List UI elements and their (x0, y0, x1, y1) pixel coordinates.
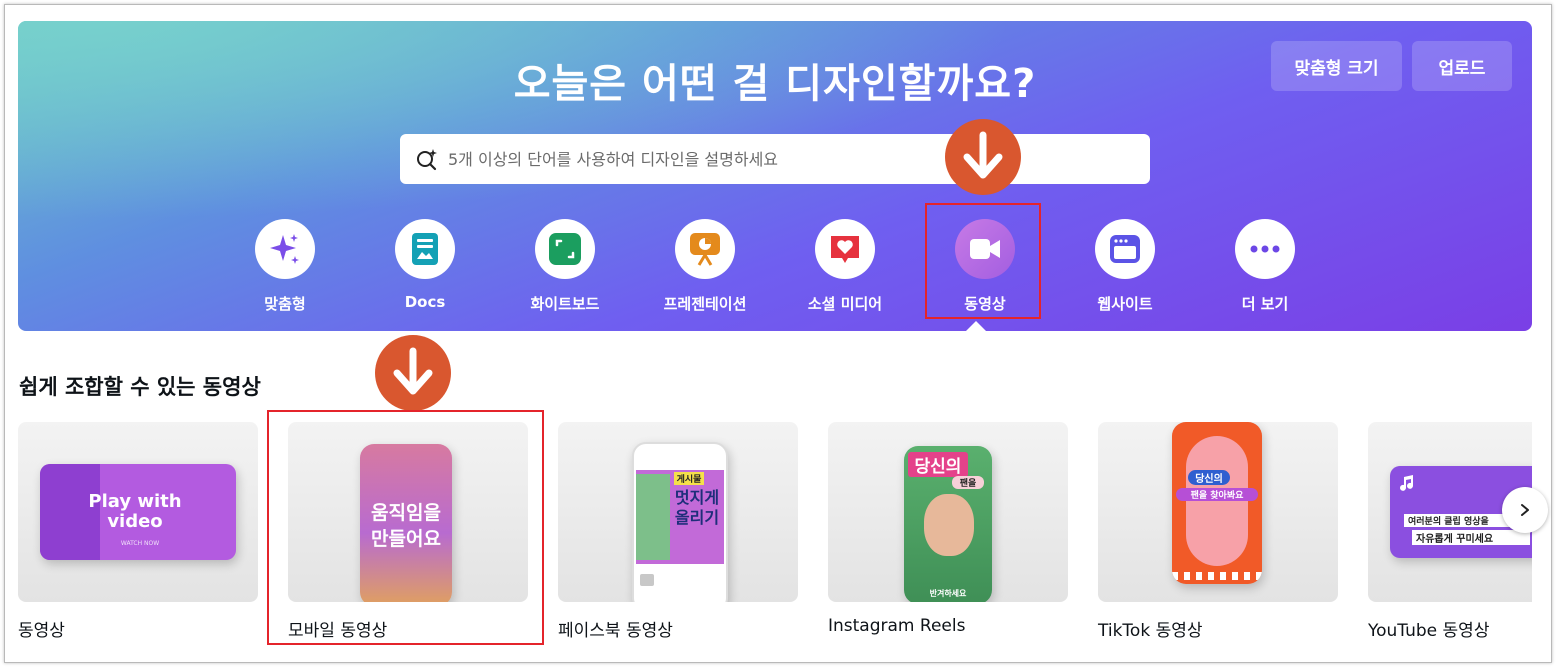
section-title: 쉽게 조합할 수 있는 동영상 (19, 375, 261, 399)
thumb-text: 당신의 (908, 452, 968, 477)
post-photo (636, 474, 670, 560)
template-thumbnail: 당신의 팬을 찾아봐요 (1098, 422, 1338, 602)
template-card-instagram-reels[interactable]: 당신의 팬을 반겨하세요 Instagram Reels (828, 422, 1068, 636)
category-label: 웹사이트 (1097, 295, 1153, 313)
checker-strip (1172, 572, 1262, 580)
category-presentation-circle (675, 219, 735, 279)
category-social-media[interactable]: 소셜 미디어 (775, 219, 915, 314)
portrait (924, 494, 974, 556)
photo-arch (1186, 436, 1248, 566)
upload-button[interactable]: 업로드 (1412, 41, 1512, 91)
thumb-subtext: 팬을 찾아봐요 (1176, 488, 1258, 501)
category-website[interactable]: 웹사이트 (1055, 219, 1195, 314)
category-docs-circle (395, 219, 455, 279)
phone-mockup: 당신의 팬을 반겨하세요 (904, 446, 992, 602)
category-whiteboard-circle (535, 219, 595, 279)
custom-size-button[interactable]: 맞춤형 크기 (1271, 41, 1402, 91)
search-bar[interactable] (400, 134, 1150, 184)
chevron-right-icon (1521, 504, 1529, 516)
active-category-caret (965, 321, 987, 332)
category-label: 소셜 미디어 (807, 295, 883, 313)
category-label: Docs (404, 293, 446, 311)
thumb-tag: 게시물 (674, 472, 704, 485)
thumb-text: 당신의 (1188, 470, 1230, 485)
category-custom-circle (255, 219, 315, 279)
phone-mockup: 게시물 멋지게 올리기 (632, 442, 728, 602)
like-icon (640, 574, 654, 586)
card-label: 동영상 (18, 621, 65, 641)
card-label: YouTube 동영상 (1368, 621, 1490, 641)
thumb-text: Play with video (88, 491, 182, 532)
docs-icon (412, 233, 438, 265)
category-more[interactable]: 더 보기 (1195, 219, 1335, 314)
category-social-circle (815, 219, 875, 279)
phone-mockup: 당신의 팬을 찾아봐요 (1172, 422, 1262, 584)
arrow-down-icon (375, 335, 451, 411)
template-card-video[interactable]: Play with video WATCH NOW 동영상 (18, 422, 258, 641)
video-category-highlight (925, 203, 1041, 319)
arrow-down-icon (945, 119, 1021, 195)
card-label: Instagram Reels (828, 616, 966, 636)
card-label: 페이스북 동영상 (558, 621, 673, 641)
thumb-tag: 팬을 (952, 476, 984, 489)
category-presentation[interactable]: 프레젠테이션 (635, 219, 775, 314)
heart-icon (831, 236, 859, 263)
template-card-youtube-video[interactable]: 여러분의 클립 영상을 자유롭게 꾸미세요 YouTube 동영상 (1368, 422, 1532, 641)
presentation-icon (690, 233, 720, 266)
category-label: 화이트보드 (530, 295, 600, 313)
category-website-circle (1095, 219, 1155, 279)
carousel-next-button[interactable] (1502, 487, 1548, 533)
whiteboard-icon (549, 233, 581, 265)
post-image: 게시물 멋지게 올리기 (636, 470, 724, 564)
sparkle-icon (270, 234, 299, 264)
hero-banner: 오늘은 어떤 걸 디자인할까요? 맞춤형 크기 업로드 맞춤형 (18, 21, 1532, 331)
template-card-tiktok-video[interactable]: 당신의 팬을 찾아봐요 TikTok 동영상 (1098, 422, 1338, 641)
category-label: 맞춤형 (264, 295, 306, 313)
category-label: 프레젠테이션 (663, 295, 747, 313)
card-label: TikTok 동영상 (1098, 621, 1203, 641)
mobile-video-highlight (267, 410, 544, 645)
thumb-subtext: 반겨하세요 (929, 589, 967, 598)
category-whiteboard[interactable]: 화이트보드 (495, 219, 635, 314)
category-more-circle (1235, 219, 1295, 279)
phone-mockup: Play with video WATCH NOW (40, 464, 236, 560)
thumb-text: 멋지게 올리기 (674, 488, 720, 527)
music-note-icon (1398, 474, 1416, 492)
template-card-facebook-video[interactable]: 게시물 멋지게 올리기 페이스북 동영상 (558, 422, 798, 641)
template-thumbnail: Play with video WATCH NOW (18, 422, 258, 602)
magic-search-icon (417, 149, 437, 171)
thumb-subtext: WATCH NOW (120, 540, 160, 547)
template-thumbnail: 게시물 멋지게 올리기 (558, 422, 798, 602)
template-thumbnail: 당신의 팬을 반겨하세요 (828, 422, 1068, 602)
category-docs[interactable]: Docs (355, 219, 495, 311)
thumb-subtext: 자유롭게 꾸미세요 (1412, 530, 1530, 545)
browser-frame: 오늘은 어떤 걸 디자인할까요? 맞춤형 크기 업로드 맞춤형 (4, 4, 1552, 663)
category-custom[interactable]: 맞춤형 (215, 219, 355, 314)
category-label: 더 보기 (1241, 295, 1289, 313)
more-icon (1250, 245, 1280, 253)
website-icon (1110, 235, 1140, 263)
